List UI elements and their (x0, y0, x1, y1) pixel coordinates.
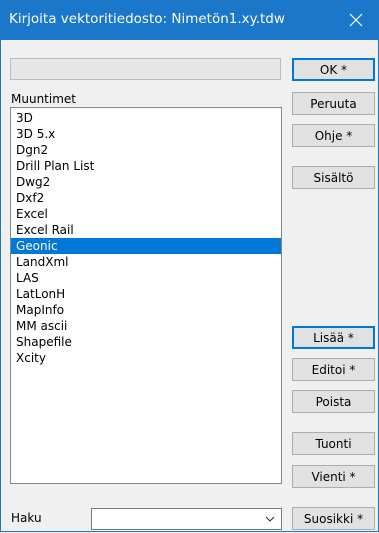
list-item[interactable]: MapInfo (11, 302, 281, 318)
list-item[interactable]: Drill Plan List (11, 158, 281, 174)
edit-button[interactable]: Editoi * (292, 358, 375, 381)
export-button[interactable]: Vienti * (292, 465, 375, 488)
list-item[interactable]: LatLonH (11, 286, 281, 302)
list-item[interactable]: Excel (11, 206, 281, 222)
import-button[interactable]: Tuonti (292, 432, 375, 455)
list-item[interactable]: Xcity (11, 350, 281, 366)
list-item[interactable]: Excel Rail (11, 222, 281, 238)
cancel-button[interactable]: Peruuta (292, 92, 375, 115)
list-item[interactable]: LandXml (11, 254, 281, 270)
help-button[interactable]: Ohje * (292, 124, 375, 147)
list-item[interactable]: LAS (11, 270, 281, 286)
list-item[interactable]: 3D (11, 110, 281, 126)
favorite-button[interactable]: Suosikki * (292, 507, 375, 530)
window-title: Kirjoita vektoritiedosto: Nimetön1.xy.td… (9, 11, 285, 27)
search-combobox[interactable] (91, 508, 282, 530)
list-item[interactable]: Dgn2 (11, 142, 281, 158)
list-item[interactable]: Dxf2 (11, 190, 281, 206)
chevron-down-icon (265, 516, 275, 522)
converters-listbox[interactable]: 3D 3D 5.x Dgn2 Drill Plan List Dwg2 Dxf2 Excel… (10, 107, 282, 484)
delete-button[interactable]: Poista (292, 390, 375, 413)
contents-button[interactable]: Sisältö (292, 166, 375, 189)
ok-button[interactable]: OK * (292, 58, 375, 81)
list-item[interactable]: Dwg2 (11, 174, 281, 190)
list-item[interactable]: Shapefile (11, 334, 281, 350)
title-bar: Kirjoita vektoritiedosto: Nimetön1.xy.td… (0, 0, 379, 40)
search-label: Haku (11, 511, 42, 525)
close-icon (349, 13, 363, 27)
progress-bar (10, 58, 281, 80)
converters-list: 3D 3D 5.x Dgn2 Drill Plan List Dwg2 Dxf2 Excel… (11, 108, 281, 366)
list-item[interactable]: 3D 5.x (11, 126, 281, 142)
list-item[interactable]: MM ascii (11, 318, 281, 334)
list-item[interactable]: Geonic (11, 238, 281, 254)
converters-label: Muuntimet (11, 92, 76, 106)
add-button[interactable]: Lisää * (292, 326, 375, 349)
close-button[interactable] (333, 0, 379, 40)
